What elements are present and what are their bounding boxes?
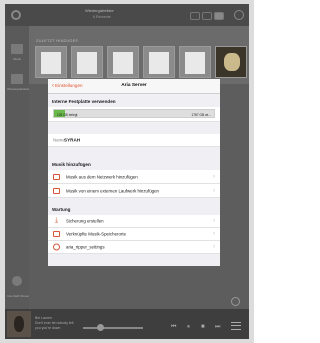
ripper-settings-icon (53, 243, 60, 251)
sidebar-playlists-icon[interactable] (11, 74, 23, 84)
chevron-right-icon: › (213, 218, 215, 224)
next-icon[interactable]: ⏭ (215, 324, 220, 331)
modal-title: Aria Server (121, 83, 147, 88)
album-tile[interactable] (179, 46, 211, 78)
queue-menu-icon[interactable] (231, 322, 241, 330)
storage-cell: 125 GB belegt 1787 GB ve... (48, 107, 220, 122)
linked-locations-icon (53, 231, 60, 237)
music-external-label: Musik von einem externen Laufwerk hinzuf… (66, 188, 159, 193)
placeholder-icon (77, 52, 97, 74)
progress-knob[interactable] (97, 324, 104, 331)
backup-label: Sicherung erstellen (66, 218, 104, 224)
sidebar: Musik Wiedergabelisten Innerhalb Streams (5, 26, 32, 309)
music-network-label: Musik aus dem Netzwerk hinzufügen (66, 174, 138, 179)
player-bar: Bei Lauren Don't ever let nobody tell yo… (5, 309, 249, 339)
search-icon[interactable] (231, 297, 240, 306)
album-artwork (224, 53, 240, 71)
sidebar-item-streams[interactable]: Innerhalb Streams (7, 294, 32, 298)
external-drive-icon (53, 187, 60, 194)
placeholder-icon (113, 52, 133, 74)
album-tile[interactable] (143, 46, 175, 78)
placeholder-icon (149, 52, 169, 74)
sidebar-item-playlists[interactable]: Wiedergabelisten (7, 87, 30, 91)
music-section-header: Musik hinzufügen (52, 162, 91, 167)
linked-locations-label: Verknüpfte Musik-Speicherorte (66, 231, 127, 237)
chevron-right-icon: › (213, 231, 215, 237)
linked-locations-row[interactable]: Verknüpfte Musik-Speicherorte › (48, 228, 220, 241)
view-grid-button[interactable] (202, 12, 212, 20)
view-active-button[interactable] (214, 12, 224, 20)
name-cell[interactable]: Name SYRAH (48, 134, 220, 147)
progress-bar[interactable] (83, 327, 143, 329)
chevron-right-icon: › (213, 244, 215, 250)
ripper-settings-row[interactable]: aria_ripper_settings › (48, 241, 220, 254)
music-external-row[interactable]: Musik von einem externen Laufwerk hinzuf… (48, 184, 220, 198)
ripper-settings-label: aria_ripper_settings (66, 244, 105, 250)
album-art-tile[interactable] (215, 46, 247, 78)
storage-bar: 125 GB belegt 1787 GB ve... (53, 109, 215, 118)
top-bar: Wiedergabeliste 6 Elemente (5, 4, 249, 26)
sidebar-item-music[interactable]: Musik (7, 57, 27, 61)
album-tile[interactable] (107, 46, 139, 78)
storage-section-header: Interne Festplatte verwenden (52, 99, 116, 104)
maintenance-section-header: Wartung (52, 207, 71, 212)
header-title: Wiedergabeliste (85, 8, 114, 13)
sidebar-music-icon[interactable] (11, 44, 23, 54)
device-frame: Wiedergabeliste 6 Elemente Musik Wiederg… (0, 0, 254, 343)
backup-row[interactable]: ⤓ Sicherung erstellen › (48, 215, 220, 228)
storage-free-label: 1787 GB ve... (191, 112, 212, 117)
play-circle-icon[interactable] (234, 10, 244, 20)
now-playing-artwork[interactable] (7, 311, 31, 337)
header-subtitle: 6 Elemente (93, 15, 111, 19)
settings-modal: ‹Einstellungen Aria Server Interne Festp… (48, 79, 220, 266)
recent-section-label: ZULETZT HINZUGEF. (36, 38, 80, 43)
album-tile[interactable] (35, 46, 67, 78)
placeholder-icon (185, 52, 205, 74)
backup-download-icon: ⤓ (54, 217, 59, 224)
now-playing-artist: Bei Lauren (35, 316, 52, 320)
placeholder-icon (41, 52, 61, 74)
pause-icon[interactable]: ⏸ (187, 324, 190, 331)
previous-icon[interactable]: ⏮ (171, 324, 176, 331)
name-value: SYRAH (64, 137, 81, 143)
chevron-right-icon: › (213, 173, 215, 180)
stop-icon[interactable]: ■ (201, 324, 205, 330)
album-tile[interactable] (71, 46, 103, 78)
name-key: Name (53, 137, 65, 143)
view-list-button[interactable] (190, 12, 200, 20)
sidebar-search-icon[interactable] (12, 276, 22, 286)
artwork-figure (14, 316, 24, 332)
now-playing-title: Don't ever let nobody tell (35, 321, 74, 325)
settings-gear-icon[interactable] (11, 10, 21, 20)
music-network-row[interactable]: Musik aus dem Netzwerk hinzufügen › (48, 170, 220, 184)
now-playing-title-cont: you you're down (35, 326, 61, 330)
network-folder-icon (53, 173, 60, 180)
storage-used-label: 125 GB belegt (57, 112, 78, 117)
modal-navbar: ‹Einstellungen Aria Server (48, 79, 220, 94)
chevron-right-icon: › (213, 187, 215, 194)
